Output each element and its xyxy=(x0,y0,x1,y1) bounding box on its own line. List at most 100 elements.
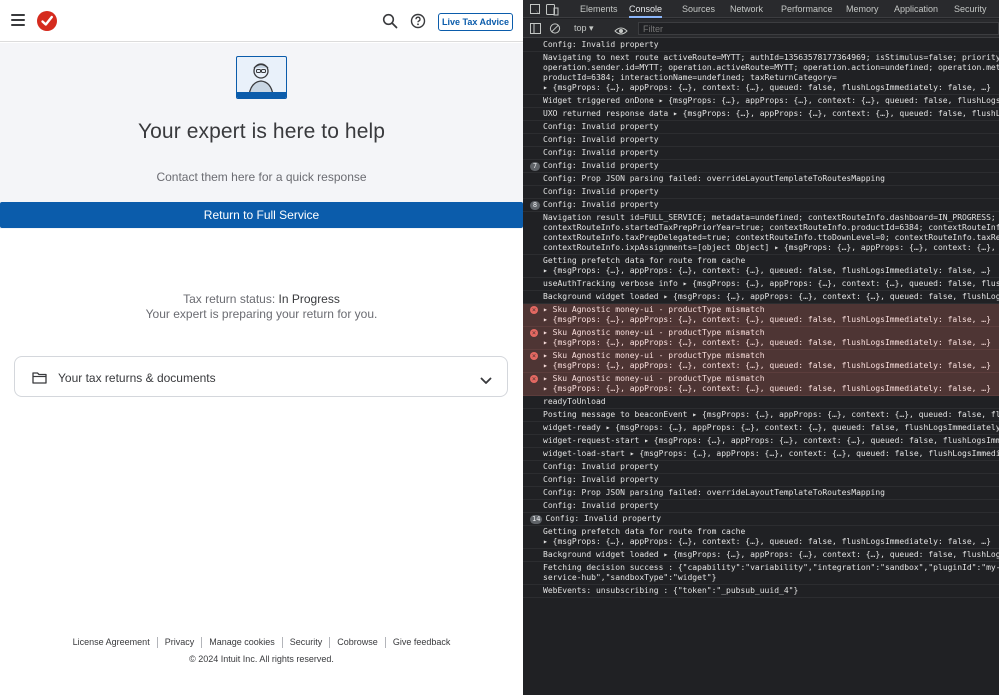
console-log-message[interactable]: Config: Invalid property xyxy=(523,134,999,147)
console-log-message[interactable]: Config: Invalid property xyxy=(523,186,999,199)
console-log-message[interactable]: useAuthTracking verbose info ▸ {msgProps… xyxy=(523,278,999,291)
console-message-text: Config: Invalid property xyxy=(543,161,659,170)
console-error-message[interactable]: × ▸ Sku Agnostic money-ui - productType m… xyxy=(523,350,999,373)
console-log-message[interactable]: 7 Config: Invalid property xyxy=(523,160,999,173)
console-message-text: Widget triggered onDone ▸ {msgProps: {…}… xyxy=(543,96,999,105)
console-log-message[interactable]: Widget triggered onDone ▸ {msgProps: {…}… xyxy=(523,95,999,108)
console-message-text: widget-request-start ▸ {msgProps: {…}, a… xyxy=(543,436,999,445)
console-log-message[interactable]: Fetching decision success : {"capability… xyxy=(523,562,999,585)
console-log-message[interactable]: Navigating to next route activeRoute=MYT… xyxy=(523,52,999,95)
console-log-message[interactable]: Navigation result id=FULL_SERVICE; metad… xyxy=(523,212,999,255)
tab-application[interactable]: Application xyxy=(894,0,938,18)
console-error-message[interactable]: × ▸ Sku Agnostic money-ui - productType m… xyxy=(523,327,999,350)
console-log-message[interactable]: Config: Invalid property xyxy=(523,474,999,487)
console-log-message[interactable]: Config: Invalid property xyxy=(523,121,999,134)
intuit-checkmark-logo[interactable] xyxy=(37,11,57,31)
tab-memory[interactable]: Memory xyxy=(846,0,879,18)
footer-link-give-feedback[interactable]: Give feedback xyxy=(386,637,458,648)
console-log-message[interactable]: readyToUnload xyxy=(523,396,999,409)
expert-hero-section: Your expert is here to help Contact them… xyxy=(0,43,523,229)
footer-link-cobrowse[interactable]: Cobrowse xyxy=(330,637,386,648)
footer-links: License Agreement Privacy Manage cookies… xyxy=(0,637,523,648)
console-message-text: Config: Invalid property xyxy=(543,200,659,209)
accordion-label: Your tax returns & documents xyxy=(58,371,216,385)
console-log-message[interactable]: Config: Prop JSON parsing failed: overri… xyxy=(523,173,999,186)
console-message-text: Config: Invalid property xyxy=(543,501,659,510)
footer-link-license-agreement[interactable]: License Agreement xyxy=(66,637,158,648)
console-message-text: ▸ Sku Agnostic money-ui - productType mi… xyxy=(543,305,991,324)
console-message-text: ▸ Sku Agnostic money-ui - productType mi… xyxy=(543,328,991,347)
console-log-message[interactable]: 14 Config: Invalid property xyxy=(523,513,999,526)
context-selector[interactable]: top ▾ xyxy=(574,23,594,34)
console-log-message[interactable]: widget-request-start ▸ {msgProps: {…}, a… xyxy=(523,435,999,448)
console-log-message[interactable]: Config: Prop JSON parsing failed: overri… xyxy=(523,487,999,500)
copyright: © 2024 Intuit Inc. All rights reserved. xyxy=(189,654,334,664)
console-filter-input[interactable] xyxy=(638,22,999,35)
help-icon[interactable] xyxy=(410,13,426,29)
console-message-text: Navigation result id=FULL_SERVICE; metad… xyxy=(543,213,999,252)
console-message-text: Config: Invalid property xyxy=(543,462,659,471)
tab-security[interactable]: Security xyxy=(954,0,987,18)
sidebar-toggle-icon[interactable] xyxy=(530,23,541,34)
tax-app-pane: Live Tax Advice Your expert is here to h… xyxy=(0,0,523,695)
app-header: Live Tax Advice xyxy=(0,0,523,42)
console-message-text: widget-load-start ▸ {msgProps: {…}, appP… xyxy=(543,449,999,458)
menu-icon[interactable] xyxy=(11,14,25,26)
console-message-text: Navigating to next route activeRoute=MYT… xyxy=(543,53,999,92)
console-log-message[interactable]: widget-load-start ▸ {msgProps: {…}, appP… xyxy=(523,448,999,461)
console-message-text: ▸ Sku Agnostic money-ui - productType mi… xyxy=(543,351,991,370)
tab-network[interactable]: Network xyxy=(730,0,763,18)
console-log-message[interactable]: 8 Config: Invalid property xyxy=(523,199,999,212)
error-icon: × xyxy=(530,306,538,314)
console-log-message[interactable]: Posting message to beaconEvent ▸ {msgPro… xyxy=(523,409,999,422)
console-log-message[interactable]: Background widget loaded ▸ {msgProps: {…… xyxy=(523,549,999,562)
console-log-message[interactable]: Config: Invalid property xyxy=(523,39,999,52)
return-to-full-service-button[interactable]: Return to Full Service xyxy=(0,202,523,228)
console-message-text: Config: Invalid property xyxy=(543,475,659,484)
console-log-message[interactable]: WebEvents: unsubscribing : {"token":"_pu… xyxy=(523,585,999,598)
tax-return-status: Tax return status: In Progress Your expe… xyxy=(0,292,523,322)
console-message-text: UXO returned response data ▸ {msgProps: … xyxy=(543,109,999,118)
console-log-message[interactable]: Config: Invalid property xyxy=(523,500,999,513)
console-message-text: useAuthTracking verbose info ▸ {msgProps… xyxy=(543,279,999,288)
error-icon: × xyxy=(530,352,538,360)
console-message-text: Fetching decision success : {"capability… xyxy=(543,563,999,582)
console-log-message[interactable]: Background widget loaded ▸ {msgProps: {…… xyxy=(523,291,999,304)
tax-returns-documents-accordion[interactable]: Your tax returns & documents xyxy=(14,356,508,397)
search-icon[interactable] xyxy=(382,13,398,29)
console-log-message[interactable]: UXO returned response data ▸ {msgProps: … xyxy=(523,108,999,121)
console-message-text: readyToUnload xyxy=(543,397,606,406)
footer-link-manage-cookies[interactable]: Manage cookies xyxy=(202,637,283,648)
console-error-message[interactable]: × ▸ Sku Agnostic money-ui - productType m… xyxy=(523,304,999,327)
console-error-message[interactable]: × ▸ Sku Agnostic money-ui - productType m… xyxy=(523,373,999,396)
console-message-text: Getting prefetch data for route from cac… xyxy=(543,527,991,546)
console-message-text: Config: Prop JSON parsing failed: overri… xyxy=(543,174,885,183)
status-message: Your expert is preparing your return for… xyxy=(145,307,378,321)
console-log-message[interactable]: widget-ready ▸ {msgProps: {…}, appProps:… xyxy=(523,422,999,435)
tab-console[interactable]: Console xyxy=(629,0,663,18)
tab-sources[interactable]: Sources xyxy=(682,0,715,18)
console-log-message[interactable]: Getting prefetch data for route from cac… xyxy=(523,526,999,549)
devtools-tab-bar: Elements Console Sources Network Perform… xyxy=(523,0,999,18)
repeat-count-badge: 7 xyxy=(530,162,540,171)
console-messages[interactable]: Config: Invalid property Navigating to ne… xyxy=(523,39,999,695)
chevron-down-icon[interactable] xyxy=(480,372,492,390)
clear-console-icon[interactable] xyxy=(549,23,561,34)
repeat-count-badge: 8 xyxy=(530,201,540,210)
console-message-text: Config: Invalid property xyxy=(543,40,659,49)
console-log-message[interactable]: Config: Invalid property xyxy=(523,147,999,160)
console-message-text: Background widget loaded ▸ {msgProps: {…… xyxy=(543,292,999,301)
console-log-message[interactable]: Getting prefetch data for route from cac… xyxy=(523,255,999,278)
console-log-message[interactable]: Config: Invalid property xyxy=(523,461,999,474)
tab-elements[interactable]: Elements xyxy=(580,0,618,18)
footer-link-privacy[interactable]: Privacy xyxy=(158,637,203,648)
error-icon: × xyxy=(530,375,538,383)
status-value: In Progress xyxy=(278,292,340,306)
console-message-text: Config: Prop JSON parsing failed: overri… xyxy=(543,488,885,497)
live-tax-advice-button[interactable]: Live Tax Advice xyxy=(438,13,513,31)
console-toolbar: top ▾ xyxy=(523,19,999,38)
footer-link-security[interactable]: Security xyxy=(283,637,331,648)
tab-performance[interactable]: Performance xyxy=(781,0,833,18)
inspect-element-icon[interactable] xyxy=(530,4,560,16)
repeat-count-badge: 14 xyxy=(530,515,543,524)
